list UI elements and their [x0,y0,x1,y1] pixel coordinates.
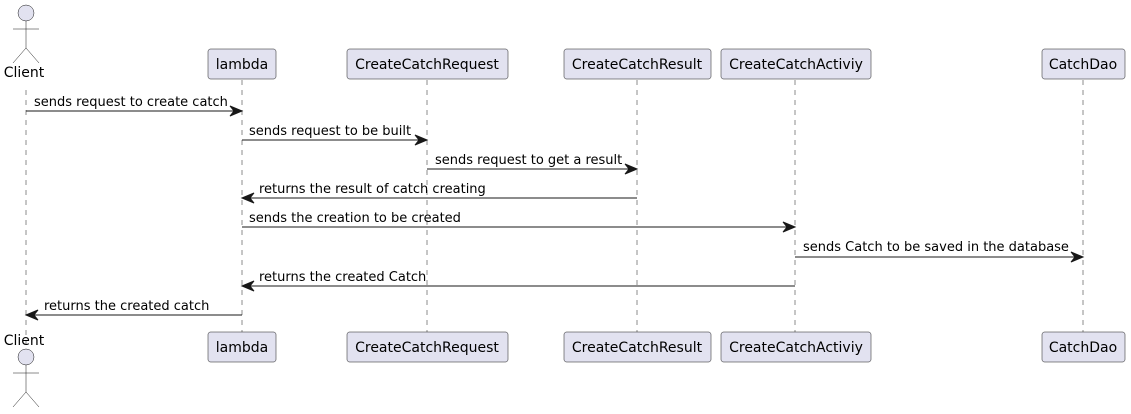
participant-request-label-top: CreateCatchRequest [355,57,499,73]
message-5: sends the creation to be created [242,211,797,233]
actor-leg-left-icon [12,391,27,408]
participant-lambda-bottom: lambda [207,331,277,363]
participant-result-bottom: CreateCatchResult [563,331,712,363]
message-label: sends request to create catch [34,95,228,110]
message-label: sends request to be built [249,124,411,139]
actor-client-label-top: Client [4,65,45,81]
actor-head-icon [17,4,35,22]
actor-leg-right-icon [25,47,40,64]
message-4: returns the result of catch creating [240,182,637,204]
actor-head-icon [17,348,35,366]
actor-client-top: Client [4,4,45,81]
participant-dao-top: CatchDao [1041,48,1126,80]
participant-lambda-label-bottom: lambda [216,340,268,356]
message-3: sends request to get a result [427,153,639,175]
message-label: sends the creation to be created [249,211,461,226]
participant-result-label-bottom: CreateCatchResult [572,340,703,356]
message-6: sends Catch to be saved in the database [795,240,1085,263]
participant-activity-label-bottom: CreateCatchActiviy [729,340,863,356]
actor-leg-left-icon [12,47,27,64]
message-label: sends request to get a result [435,153,622,168]
actor-client-bottom: Client [4,333,45,408]
participant-result-top: CreateCatchResult [563,48,712,80]
message-2: sends request to be built [242,124,429,146]
actor-leg-right-icon [25,391,40,408]
message-7: returns the created Catch [240,270,795,292]
message-label: returns the created Catch [259,270,426,285]
participant-activity-bottom: CreateCatchActiviy [720,331,872,363]
message-1: sends request to create catch [26,95,244,117]
sequence-diagram: Client lambda CreateCatchRequest CreateC… [4,4,1126,408]
participant-request-bottom: CreateCatchRequest [346,331,509,363]
message-label: returns the result of catch creating [259,182,486,197]
participant-result-label-top: CreateCatchResult [572,57,703,73]
message-label: returns the created catch [44,299,209,314]
message-label: sends Catch to be saved in the database [803,240,1069,255]
participant-dao-label-top: CatchDao [1049,57,1117,73]
participant-lambda-label-top: lambda [216,57,268,73]
participant-dao-label-bottom: CatchDao [1049,340,1117,356]
participant-activity-label-top: CreateCatchActiviy [729,57,863,73]
participant-dao-bottom: CatchDao [1041,331,1126,363]
participant-lambda-top: lambda [207,48,277,80]
message-8: returns the created catch [24,299,242,321]
participant-request-top: CreateCatchRequest [346,48,509,80]
actor-client-label-bottom: Client [4,333,45,349]
participant-activity-top: CreateCatchActiviy [720,48,872,80]
participant-request-label-bottom: CreateCatchRequest [355,340,499,356]
